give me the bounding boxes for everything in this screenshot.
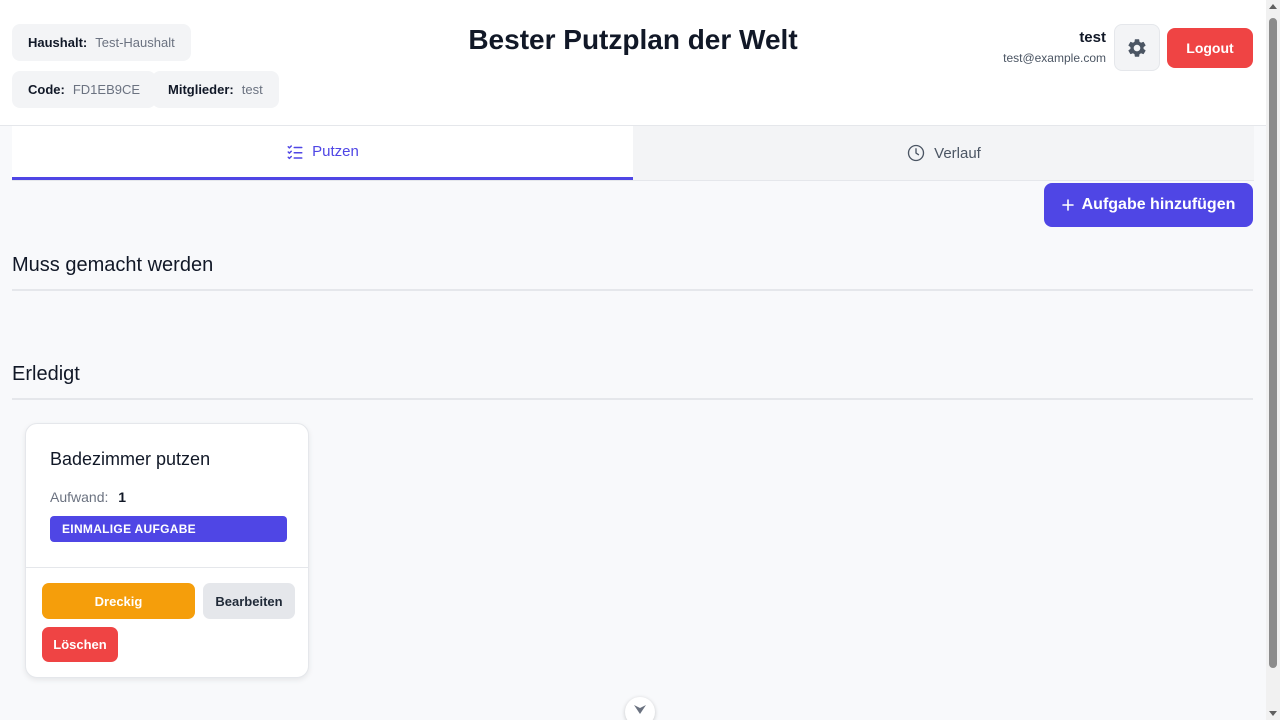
code-label: Code: [28, 82, 65, 97]
task-effort: Aufwand: 1 [50, 489, 126, 505]
task-effort-value: 1 [118, 489, 127, 505]
clock-icon [907, 144, 925, 162]
section-done-title: Erledigt [12, 363, 1253, 400]
gear-icon [1128, 38, 1146, 57]
task-type-badge: EINMALIGE AUFGABE [50, 516, 287, 542]
dirty-button[interactable]: Dreckig [42, 583, 195, 619]
task-effort-label: Aufwand: [50, 489, 109, 505]
tab-verlauf[interactable]: Verlauf [633, 126, 1254, 180]
code-pill: Code: FD1EB9CE [12, 71, 157, 108]
header: Haushalt: Test-Haushalt Code: FD1EB9CE M… [0, 0, 1266, 126]
members-pill: Mitglieder: test [152, 71, 279, 108]
card-divider [26, 567, 308, 568]
tab-bar: Putzen Verlauf [12, 126, 1254, 181]
members-label: Mitglieder: [168, 82, 234, 97]
user-email: test@example.com [1003, 51, 1106, 65]
plus-icon [1061, 199, 1074, 211]
members-value: test [241, 82, 263, 97]
scrollbar[interactable] [1266, 0, 1280, 720]
code-value: FD1EB9CE [72, 82, 141, 97]
user-info: test test@example.com [1003, 29, 1106, 65]
tab-verlauf-label: Verlauf [934, 144, 981, 162]
scroll-down-arrow-icon[interactable] [1269, 711, 1277, 716]
checklist-icon [287, 144, 303, 159]
chevron-down-icon [634, 705, 646, 714]
section-todo-title: Muss gemacht werden [12, 254, 1253, 291]
delete-button[interactable]: Löschen [42, 627, 118, 662]
scroll-down-button[interactable] [625, 697, 655, 720]
add-task-label: Aufgabe hinzufügen [1081, 196, 1236, 213]
settings-button[interactable] [1114, 24, 1160, 71]
tab-putzen[interactable]: Putzen [12, 126, 633, 180]
logout-button[interactable]: Logout [1167, 28, 1253, 68]
scroll-up-arrow-icon[interactable] [1269, 4, 1277, 9]
task-card: Badezimmer putzen Aufwand: 1 EINMALIGE A… [25, 423, 309, 678]
edit-button[interactable]: Bearbeiten [203, 583, 295, 619]
scroll-thumb[interactable] [1269, 18, 1277, 668]
task-title: Badezimmer putzen [50, 449, 211, 469]
tab-putzen-label: Putzen [312, 143, 359, 160]
user-name: test [1079, 29, 1106, 46]
add-task-button[interactable]: Aufgabe hinzufügen [1044, 183, 1253, 227]
